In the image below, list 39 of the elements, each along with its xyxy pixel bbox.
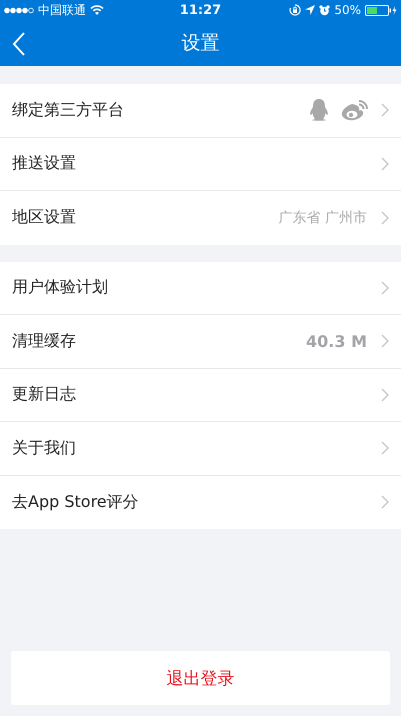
settings-row[interactable]: 清理缓存 40.3 M	[0, 315, 401, 368]
settings-row[interactable]: 更新日志	[0, 368, 401, 422]
row-label: 绑定第三方平台	[12, 100, 124, 121]
settings-row[interactable]: 关于我们	[0, 422, 401, 476]
settings-row[interactable]: 用户体验计划	[0, 262, 401, 315]
wifi-icon	[90, 5, 104, 15]
carrier-name: 中国联通	[38, 2, 86, 18]
logout-button[interactable]: 退出登录	[11, 651, 390, 705]
chevron-right-icon	[381, 103, 389, 118]
page-title: 设置	[182, 31, 220, 56]
row-label: 地区设置	[12, 207, 76, 228]
chevron-right-icon	[381, 495, 389, 510]
settings-row[interactable]: 去App Store评分	[0, 476, 401, 529]
penguin-icon	[309, 99, 329, 122]
row-label: 清理缓存	[12, 330, 76, 352]
status-time: 11:27	[180, 2, 222, 18]
settings-row[interactable]: 推送设置	[0, 138, 401, 191]
row-label: 用户体验计划	[12, 277, 108, 298]
row-value: 广东省 广州市	[278, 208, 367, 227]
row-label: 去App Store评分	[12, 492, 139, 513]
eye-with-waves-icon	[341, 99, 369, 122]
row-label: 更新日志	[12, 384, 76, 406]
battery-percentage: 50%	[334, 3, 361, 17]
battery-icon	[365, 4, 397, 16]
row-value: 40.3 M	[306, 332, 367, 351]
chevron-right-icon	[381, 210, 389, 225]
location-arrow-icon	[305, 5, 316, 15]
signal-icon	[4, 6, 34, 14]
chevron-right-icon	[381, 156, 389, 171]
settings-row[interactable]: 绑定第三方平台	[0, 84, 401, 138]
alarm-clock-icon	[319, 4, 330, 16]
chevron-right-icon	[381, 388, 389, 402]
settings-row[interactable]: 地区设置 广东省 广州市	[0, 191, 401, 244]
rotation-lock-icon	[289, 4, 302, 16]
chevron-right-icon	[381, 334, 389, 348]
row-label: 推送设置	[12, 153, 76, 174]
chevron-right-icon	[381, 441, 389, 456]
chevron-right-icon	[381, 280, 389, 295]
row-label: 关于我们	[12, 438, 76, 459]
